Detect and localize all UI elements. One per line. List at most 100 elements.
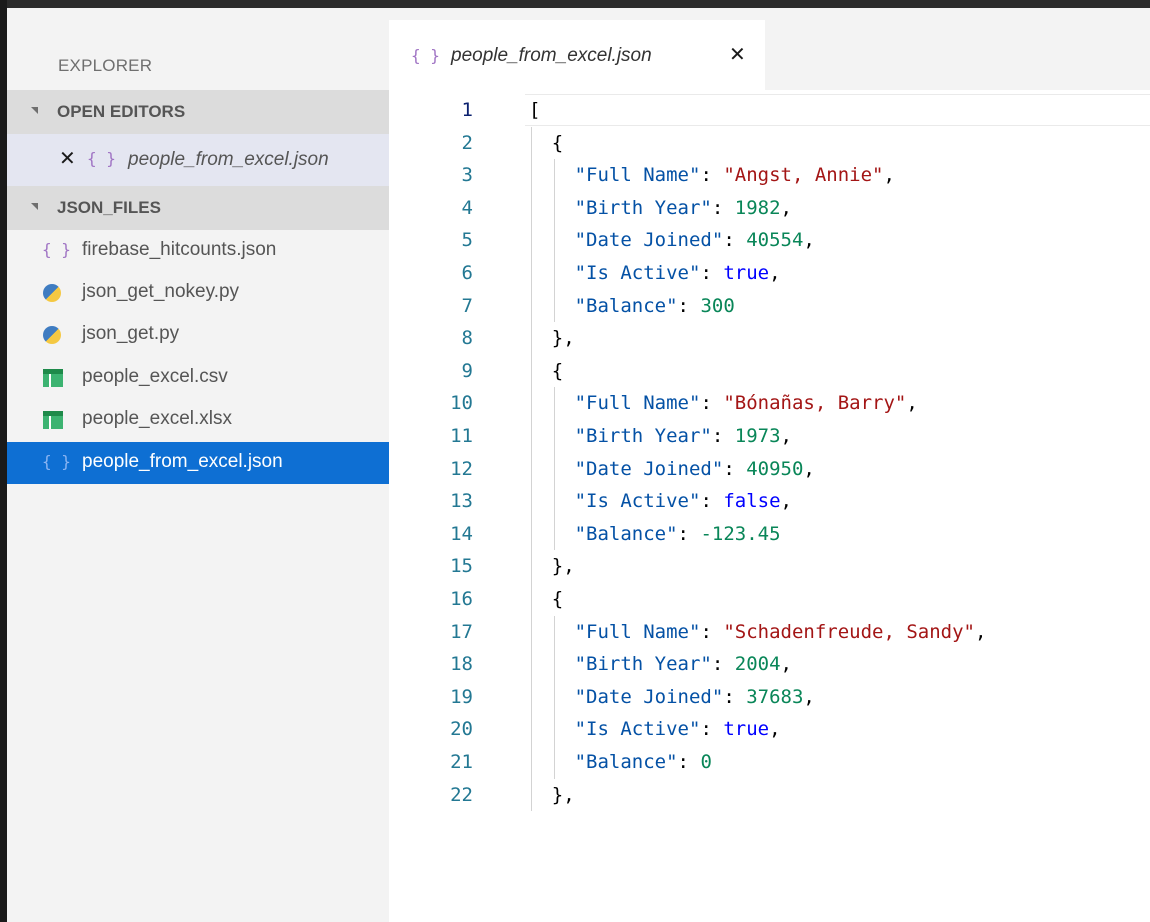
code-token: }, [551,327,575,350]
file-item-json-get-nokey[interactable]: json_get_nokey.py [7,272,389,314]
file-item-people-excel-csv[interactable]: people_excel.csv [7,357,389,399]
code-token: , [769,718,781,741]
code-line: 21 "Balance": 0 [389,746,1150,779]
code-line: 15}, [389,550,1150,583]
close-icon[interactable]: ✕ [59,147,76,171]
code-token: true [723,718,770,741]
json-file-icon: { } [42,240,71,259]
line-source: "Birth Year": 1982, [575,192,792,224]
indent-guide [531,191,532,225]
spreadsheet-icon [43,369,63,387]
line-source: "Birth Year": 1973, [575,420,792,452]
code-token: : [711,196,735,219]
file-item-json-get[interactable]: json_get.py [7,314,389,356]
indent-guide [531,778,532,812]
code-line: 19 "Date Joined": 37683, [389,680,1150,714]
code-token: [ [529,99,541,121]
file-item-people-excel-xlsx[interactable]: people_excel.xlsx [7,399,389,441]
code-line: 13 "Is Active": false, [389,485,1150,518]
folder-label: JSON_FILES [57,198,161,217]
line-number: 6 [461,262,473,284]
code-token: "Bónañas, Barry" [723,392,907,415]
collapse-triangle-icon [31,203,38,210]
line-number: 19 [450,685,473,708]
code-token: "Full Name" [574,620,701,643]
code-token: : [711,425,735,447]
code-token: , [975,620,987,643]
code-token: , [803,457,815,480]
line-source: "Date Joined": 37683, [575,681,815,713]
file-name: json_get_nokey.py [82,281,240,302]
code-token: "Balance" [574,522,678,545]
code-token: : [700,392,724,415]
line-number: 17 [450,620,473,643]
python-icon [43,284,61,302]
code-line: 10 "Full Name": "Bónañas, Barry", [389,387,1150,420]
code-line: 12 "Date Joined": 40950, [389,452,1150,486]
tab-bar: { } people_from_excel.json ✕ [389,8,1150,90]
code-token: , [883,164,895,187]
indent-guide [531,680,532,714]
window-left-border [0,0,7,922]
line-source: "Is Active": true, [575,257,781,289]
open-editor-item[interactable]: ✕ { } people_from_excel.json [7,134,389,186]
folder-header[interactable]: JSON_FILES [7,186,389,230]
indent-guide [553,420,555,453]
line-number: 9 [461,359,473,382]
code-token: , [769,262,781,284]
line-source: "Date Joined": 40950, [575,453,815,485]
code-line: 22}, [389,778,1150,812]
code-token: , [780,653,792,676]
line-number: 8 [461,327,473,350]
code-token: }, [551,783,575,806]
line-number: 21 [450,751,473,773]
code-token: , [906,392,918,415]
code-line: 11 "Birth Year": 1973, [389,420,1150,453]
tab-people-from-excel-json[interactable]: { } people_from_excel.json ✕ [389,20,765,90]
spreadsheet-icon [43,411,63,429]
code-token: "Is Active" [574,262,701,284]
tab-title: people_from_excel.json [451,45,652,66]
code-editor[interactable]: 1[2{3 "Full Name": "Angst, Annie", 4 "Birth… [389,90,1150,922]
code-token: : [700,262,724,284]
code-token: "Full Name" [574,164,701,187]
line-number: 12 [450,457,473,480]
code-line: 4 "Birth Year": 1982, [389,191,1150,225]
code-token: , [780,196,792,219]
line-number: 4 [461,196,473,219]
indent-guide [531,322,532,355]
open-editors-header[interactable]: OPEN EDITORS [7,90,389,134]
editor-pane: { } people_from_excel.json ✕ 1[2{3 "Full … [389,8,1150,922]
line-source: "Full Name": "Angst, Annie", [575,159,895,191]
indent-guide [553,485,555,518]
code-token: : [700,164,724,187]
code-token: : [700,620,724,643]
file-item-people-from-excel-json[interactable]: { } people_from_excel.json [7,442,389,484]
code-token: "Date Joined" [574,229,724,252]
indent-guide [531,583,532,616]
indent-guide [553,615,555,649]
code-token: "Angst, Annie" [723,164,884,187]
code-line: 3 "Full Name": "Angst, Annie", [389,159,1150,192]
code-line: 8}, [389,322,1150,355]
indent-guide [531,420,532,453]
line-source: "Full Name": "Bónañas, Barry", [575,387,918,419]
indent-guide [531,387,532,420]
code-token: 300 [700,294,735,317]
indent-guide [531,452,532,486]
close-icon[interactable]: ✕ [729,42,746,67]
line-source: { [552,355,563,387]
code-token: "Date Joined" [574,685,724,708]
file-name: json_get.py [82,323,180,344]
line-number: 18 [450,653,473,676]
line-number: 1 [461,99,473,121]
indent-guide [553,648,555,681]
line-number: 14 [450,522,473,545]
line-number: 13 [450,490,473,513]
code-token: -123.45 [700,522,781,545]
file-item-firebase-hitcounts[interactable]: { } firebase_hitcounts.json [7,230,389,272]
code-token: "Birth Year" [574,196,712,219]
code-line: 5 "Date Joined": 40554, [389,224,1150,257]
code-token: , [780,490,792,513]
line-number: 5 [461,229,473,252]
